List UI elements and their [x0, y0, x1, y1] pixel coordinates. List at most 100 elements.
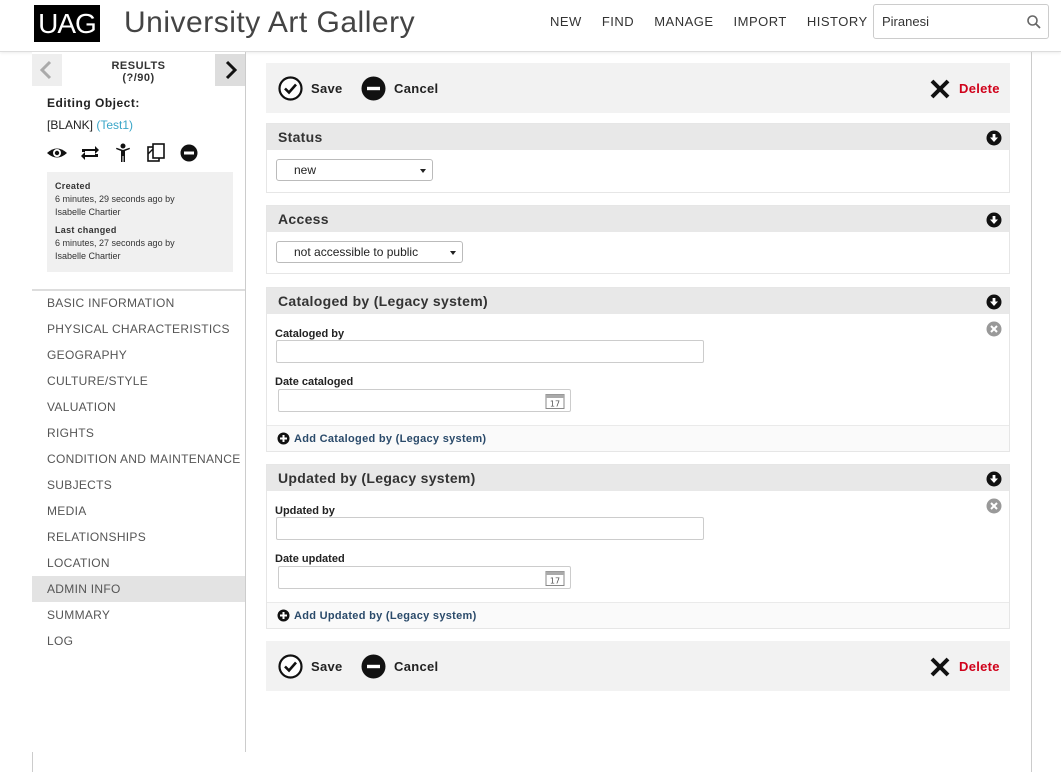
arrow-down-circle-icon[interactable]	[986, 212, 1002, 228]
created-label: Created	[55, 181, 91, 191]
calendar-icon[interactable]: 17	[545, 570, 565, 586]
check-circle-icon	[278, 654, 303, 679]
plus-circle-icon	[277, 609, 290, 622]
updated-by-label: Updated by	[275, 505, 335, 517]
sidebar: RESULTS (?/90) Editing Object: [BLANK] (…	[32, 52, 246, 752]
cancel-label: Cancel	[394, 659, 439, 674]
access-select[interactable]: not accessible to public	[276, 241, 463, 263]
object-actions	[46, 142, 211, 164]
add-updated-by-label: Add Updated by (Legacy system)	[294, 609, 477, 622]
remove-circle-icon[interactable]	[986, 498, 1002, 514]
menu-item-admin-info[interactable]: ADMIN INFO	[32, 576, 245, 602]
updated-by-panel-title: Updated by (Legacy system)	[278, 470, 476, 486]
add-updated-by-row: Add Updated by (Legacy system)	[267, 602, 1009, 628]
delete-button[interactable]: Delete	[929, 654, 1000, 679]
date-updated-input[interactable]: 17	[278, 566, 571, 589]
record-metadata: Created 6 minutes, 29 seconds ago by Isa…	[47, 172, 233, 272]
created-time: 6 minutes, 29 seconds ago by	[55, 194, 175, 204]
save-label: Save	[311, 81, 343, 96]
person-icon[interactable]	[112, 142, 134, 164]
app-header: UAG University Art Gallery NEW FIND MANA…	[0, 0, 1061, 52]
add-cataloged-by-label: Add Cataloged by (Legacy system)	[294, 432, 487, 445]
remove-circle-icon[interactable]	[986, 321, 1002, 337]
results-label: RESULTS (?/90)	[62, 60, 215, 84]
menu-item-relationships[interactable]: RELATIONSHIPS	[32, 524, 245, 550]
access-panel-header[interactable]: Access	[267, 206, 1009, 232]
cancel-button[interactable]: Cancel	[361, 76, 438, 101]
arrow-down-circle-icon[interactable]	[986, 471, 1002, 487]
save-label: Save	[311, 659, 343, 674]
menu-item-valuation[interactable]: VALUATION	[32, 394, 245, 420]
updated-by-panel-header[interactable]: Updated by (Legacy system)	[267, 465, 1009, 491]
delete-button[interactable]: Delete	[929, 76, 1000, 101]
menu-item-summary[interactable]: SUMMARY	[32, 602, 245, 628]
logo[interactable]: UAG	[34, 5, 100, 42]
cataloged-by-panel-header[interactable]: Cataloged by (Legacy system)	[267, 288, 1009, 314]
cancel-label: Cancel	[394, 81, 439, 96]
nav-manage[interactable]: MANAGE	[654, 14, 713, 29]
save-button[interactable]: Save	[278, 76, 343, 101]
menu-item-log[interactable]: LOG	[32, 628, 245, 654]
add-cataloged-by-button[interactable]: Add Cataloged by (Legacy system)	[277, 432, 486, 445]
calendar-day: 17	[550, 400, 560, 409]
cancel-button[interactable]: Cancel	[361, 654, 438, 679]
minus-circle-icon[interactable]	[178, 142, 200, 164]
results-next-button[interactable]	[215, 54, 245, 86]
date-updated-label: Date updated	[275, 553, 345, 565]
arrow-down-circle-icon[interactable]	[986, 130, 1002, 146]
chevron-down-icon	[450, 251, 456, 255]
created-by: Isabelle Chartier	[55, 207, 121, 217]
results-prev-button[interactable]	[32, 54, 62, 86]
bottom-toolbar: Save Cancel Delete	[266, 641, 1010, 691]
object-link[interactable]: (Test1)	[96, 118, 133, 132]
status-panel-header[interactable]: Status	[267, 124, 1009, 150]
search-input[interactable]	[882, 14, 1027, 29]
nav-new[interactable]: NEW	[550, 14, 582, 29]
eye-icon[interactable]	[46, 142, 68, 164]
nav-find[interactable]: FIND	[602, 14, 634, 29]
menu-item-basic-information[interactable]: BASIC INFORMATION	[32, 290, 245, 316]
copy-icon[interactable]	[145, 142, 167, 164]
last-changed-by: Isabelle Chartier	[55, 251, 121, 261]
menu-item-physical-characteristics[interactable]: PHYSICAL CHARACTERISTICS	[32, 316, 245, 342]
delete-label: Delete	[959, 659, 1000, 674]
status-select-value: new	[294, 163, 317, 177]
search-box	[873, 4, 1049, 39]
editing-object-label: Editing Object:	[47, 96, 140, 110]
menu-item-geography[interactable]: GEOGRAPHY	[32, 342, 245, 368]
top-toolbar: Save Cancel Delete	[266, 63, 1010, 113]
save-button[interactable]: Save	[278, 654, 343, 679]
menu-item-subjects[interactable]: SUBJECTS	[32, 472, 245, 498]
minus-circle-icon	[361, 76, 386, 101]
results-title: RESULTS	[111, 60, 166, 72]
status-select[interactable]: new	[276, 159, 433, 181]
main-nav: NEW FIND MANAGE IMPORT HISTORY	[550, 14, 888, 29]
menu-item-culture-style[interactable]: CULTURE/STYLE	[32, 368, 245, 394]
close-icon	[930, 79, 950, 98]
delete-label: Delete	[959, 81, 1000, 96]
add-cataloged-by-row: Add Cataloged by (Legacy system)	[267, 425, 1009, 451]
cataloged-by-input[interactable]	[276, 340, 704, 363]
add-updated-by-button[interactable]: Add Updated by (Legacy system)	[277, 609, 477, 622]
menu-item-media[interactable]: MEDIA	[32, 498, 245, 524]
object-name: [BLANK]	[47, 118, 94, 132]
cataloged-by-panel: Cataloged by (Legacy system) Cataloged b…	[266, 287, 1010, 452]
cataloged-by-panel-title: Cataloged by (Legacy system)	[278, 293, 488, 309]
menu-item-location[interactable]: LOCATION	[32, 550, 245, 576]
menu-item-rights[interactable]: RIGHTS	[32, 420, 245, 446]
calendar-icon[interactable]: 17	[545, 393, 565, 409]
search-icon[interactable]	[1026, 14, 1042, 30]
arrow-down-circle-icon[interactable]	[986, 294, 1002, 310]
chevron-right-icon	[225, 60, 238, 80]
site-title[interactable]: University Art Gallery	[124, 6, 415, 40]
nav-history[interactable]: HISTORY	[807, 14, 868, 29]
check-circle-icon	[278, 76, 303, 101]
updated-by-input[interactable]	[276, 517, 704, 540]
date-cataloged-input[interactable]: 17	[278, 389, 571, 412]
nav-import[interactable]: IMPORT	[734, 14, 787, 29]
last-changed-time: 6 minutes, 27 seconds ago by	[55, 238, 175, 248]
repeat-icon[interactable]	[79, 142, 101, 164]
menu-item-condition-maintenance[interactable]: CONDITION AND MAINTENANCE	[32, 446, 245, 472]
last-changed-label: Last changed	[55, 225, 117, 235]
results-navigator: RESULTS (?/90)	[32, 54, 245, 86]
